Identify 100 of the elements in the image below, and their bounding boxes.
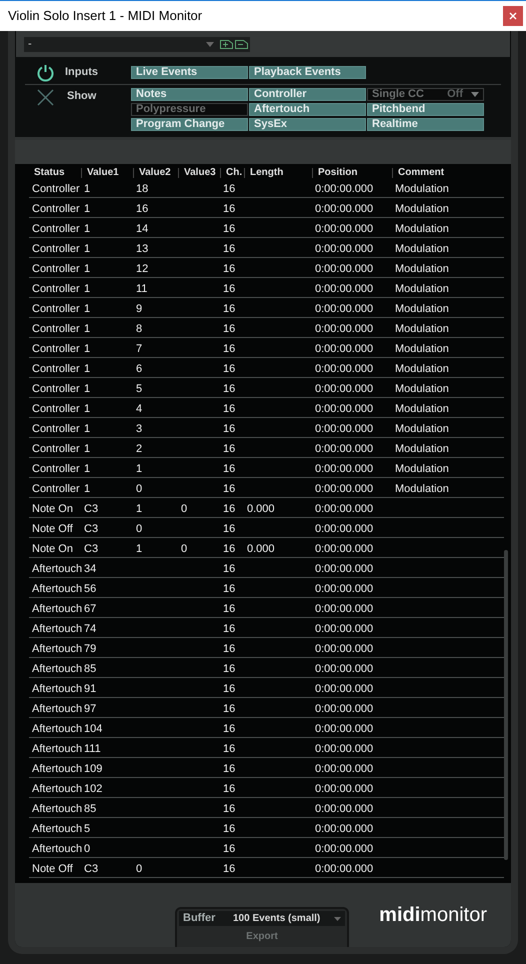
table-cell: Aftertouch — [32, 822, 82, 834]
table-cell: 16 — [223, 262, 236, 274]
table-cell: 1 — [136, 542, 142, 554]
table-cell: Controller — [32, 362, 80, 374]
table-cell: 11 — [136, 282, 148, 294]
filter-toggle[interactable]: Notes — [131, 88, 248, 101]
table-cell: 4 — [136, 402, 142, 414]
column-header[interactable]: Value2 — [133, 168, 178, 178]
table-cell: 16 — [223, 282, 236, 294]
close-button[interactable] — [503, 6, 523, 26]
table-cell: 0:00:00.000 — [315, 862, 374, 874]
inputs-label: Inputs — [65, 65, 99, 80]
table-cell: 9 — [136, 302, 142, 314]
table-cell: 16 — [223, 722, 236, 734]
table-cell: Modulation — [395, 282, 449, 294]
table-cell: Modulation — [395, 382, 449, 394]
table-cell: Controller — [32, 202, 80, 214]
filter-toggle[interactable]: Pitchbend — [367, 103, 484, 116]
column-header[interactable]: Position — [312, 168, 392, 178]
table-cell: Aftertouch — [32, 702, 82, 714]
table-cell: Controller — [32, 422, 80, 434]
table-cell: 16 — [223, 602, 236, 614]
table-cell: 1 — [84, 442, 90, 454]
single-cc-dropdown[interactable]: Single CC Off — [367, 88, 484, 101]
table-cell: 0:00:00.000 — [315, 682, 374, 694]
table-cell: 16 — [223, 542, 236, 554]
filter-toggle[interactable]: Realtime — [367, 118, 484, 131]
filter-toggle[interactable]: Controller — [249, 88, 366, 101]
table-cell: 16 — [223, 482, 236, 494]
table-cell: 0:00:00.000 — [315, 502, 374, 514]
filter-toggle[interactable]: Live Events — [131, 66, 248, 79]
table-cell: Controller — [32, 342, 80, 354]
table-cell: Aftertouch — [32, 742, 82, 754]
table-cell: Modulation — [395, 242, 449, 254]
table-cell: 16 — [223, 662, 236, 674]
filter-toggle[interactable]: Playback Events — [249, 66, 366, 79]
table-cell: 0:00:00.000 — [315, 842, 374, 854]
column-header[interactable]: Status — [29, 168, 81, 178]
filter-toggle[interactable]: Polypressure — [131, 103, 248, 116]
table-cell: 109 — [84, 762, 102, 774]
table-cell: 16 — [223, 302, 236, 314]
table-cell: 16 — [223, 382, 236, 394]
table-cell: 1 — [84, 362, 90, 374]
table-cell: 16 — [223, 222, 236, 234]
scrollbar-thumb[interactable] — [504, 550, 508, 860]
column-header[interactable]: Value3 — [178, 168, 220, 178]
table-cell: 16 — [223, 402, 236, 414]
table-cell: 16 — [223, 462, 236, 474]
table-cell: 1 — [84, 322, 90, 334]
table-cell: 0:00:00.000 — [315, 602, 374, 614]
filter-toggle[interactable]: Program Change — [131, 118, 248, 131]
table-cell: 16 — [223, 342, 236, 354]
column-header[interactable]: Value1 — [81, 168, 133, 178]
table-cell: 0:00:00.000 — [315, 242, 374, 254]
table-cell: Modulation — [395, 202, 449, 214]
table-cell: 16 — [223, 682, 236, 694]
table-cell: 79 — [84, 642, 96, 654]
table-cell: Modulation — [395, 342, 449, 354]
filter-toggle[interactable]: SysEx — [249, 118, 366, 131]
filter-toggle[interactable]: Aftertouch — [249, 103, 366, 116]
table-cell: 8 — [136, 322, 142, 334]
column-header[interactable]: Ch. — [220, 168, 244, 178]
caret-icon — [334, 916, 341, 920]
table-cell: 1 — [84, 222, 90, 234]
column-header[interactable]: Length — [244, 168, 312, 178]
table-cell: Note On — [32, 542, 73, 554]
window-title: Violin Solo Insert 1 - MIDI Monitor — [8, 7, 204, 26]
table-cell: 0:00:00.000 — [315, 542, 374, 554]
table-cell: 0:00:00.000 — [315, 622, 374, 634]
table-cell: 85 — [84, 802, 96, 814]
export-button[interactable]: Export — [242, 929, 282, 944]
table-cell: 85 — [84, 662, 96, 674]
table-cell: 111 — [84, 742, 101, 754]
table-cell: Modulation — [395, 182, 449, 194]
table-cell: 16 — [223, 642, 236, 654]
table-cell: Aftertouch — [32, 762, 82, 774]
table-cell: 0:00:00.000 — [315, 662, 374, 674]
power-icon[interactable] — [36, 64, 54, 82]
table-cell: 0:00:00.000 — [315, 722, 374, 734]
table-cell: 5 — [136, 382, 142, 394]
x-icon[interactable] — [36, 89, 54, 106]
add-preset-icon[interactable] — [220, 40, 233, 48]
table-cell: 1 — [84, 282, 90, 294]
table-cell: C3 — [84, 502, 98, 514]
table-cell: 74 — [84, 622, 96, 634]
table-cell: 91 — [84, 682, 96, 694]
preset-dropdown[interactable]: - — [24, 36, 218, 52]
table-cell: Controller — [32, 222, 80, 234]
table-cell: Controller — [32, 482, 80, 494]
table-cell: 0:00:00.000 — [315, 182, 374, 194]
buffer-dropdown[interactable]: Buffer 100 Events (small) — [179, 911, 345, 926]
table-cell: 0 — [181, 542, 188, 554]
table-cell: C3 — [84, 522, 98, 534]
table-cell: 0:00:00.000 — [315, 462, 374, 474]
column-header[interactable]: Comment — [392, 168, 464, 178]
table-cell: 1 — [84, 202, 90, 214]
table-cell: 16 — [223, 582, 236, 594]
table-cell: Controller — [32, 282, 80, 294]
table-cell: 0 — [84, 842, 90, 854]
remove-preset-icon[interactable] — [235, 40, 248, 48]
